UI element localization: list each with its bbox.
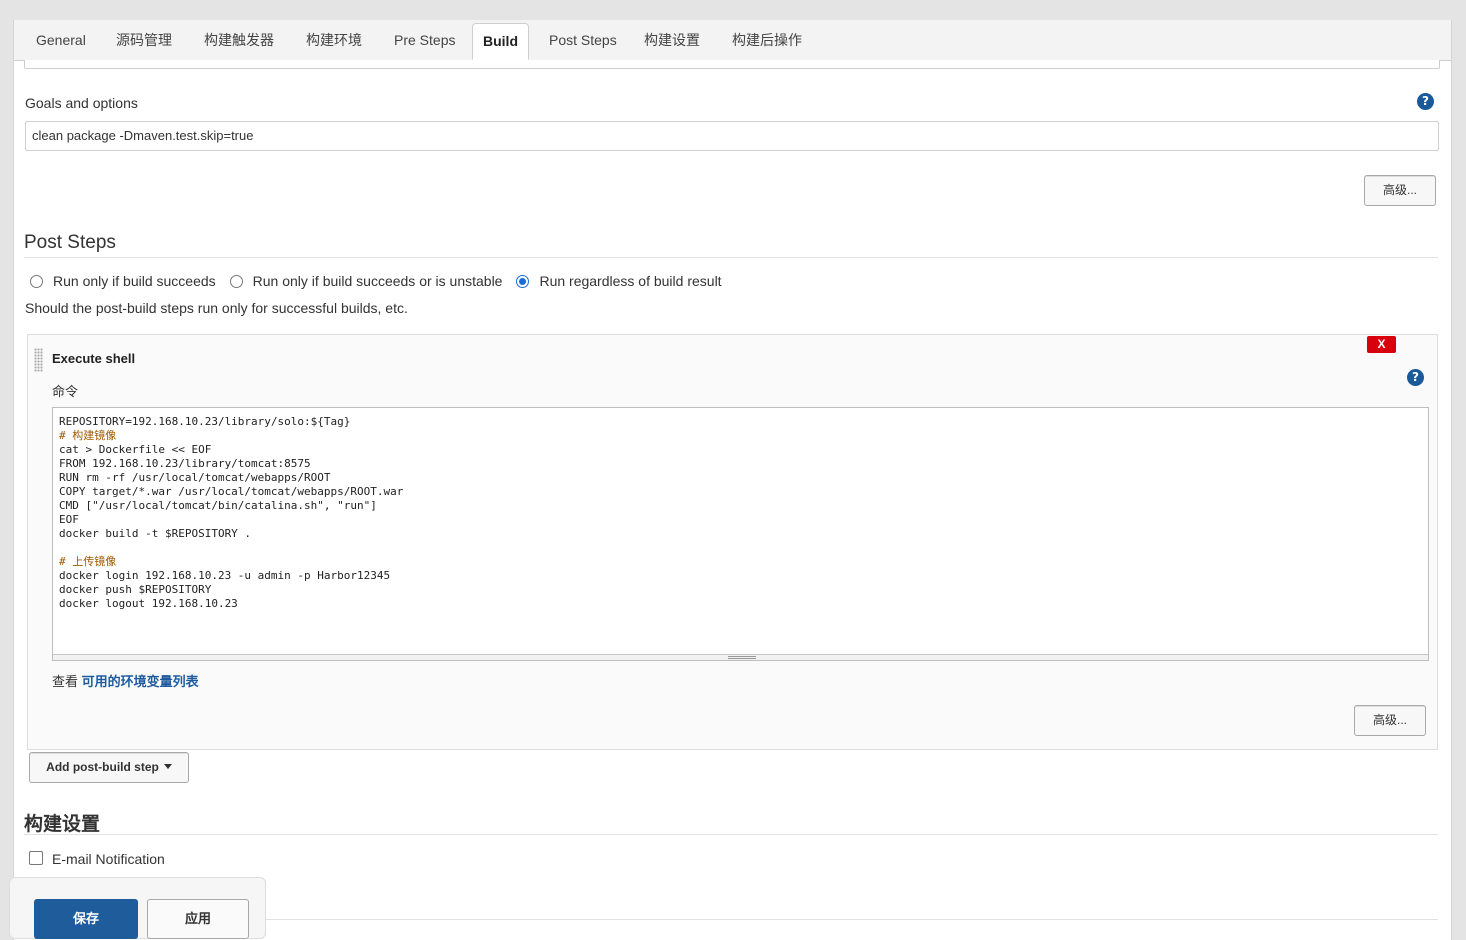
env-vars-line: 查看 可用的环境变量列表	[52, 671, 199, 690]
tab-source-management[interactable]: 源码管理	[116, 23, 172, 57]
radio-run-if-succeeds-or-unstable[interactable]	[229, 274, 243, 288]
command-label: 命令	[52, 384, 79, 399]
step-title: Execute shell	[52, 351, 136, 366]
command-code: REPOSITORY=192.168.10.23/library/solo:${…	[59, 415, 403, 611]
tab-post-steps[interactable]: Post Steps	[549, 23, 617, 57]
code-line: CMD ["/usr/local/tomcat/bin/catalina.sh"…	[59, 499, 377, 512]
tab-build-settings[interactable]: 构建设置	[644, 23, 700, 57]
caret-down-icon	[163, 764, 172, 769]
code-line: COPY target/*.war /usr/local/tomcat/weba…	[59, 485, 404, 498]
advanced-button[interactable]: 高级...	[1364, 175, 1436, 206]
post-steps-description: Should the post-build steps run only for…	[25, 300, 408, 316]
code-line: docker push $REPOSITORY	[59, 583, 212, 596]
config-page: General 源码管理 构建触发器 构建环境 Pre Steps Build …	[13, 20, 1452, 940]
code-line: # 构建镜像	[59, 429, 117, 442]
code-line: # 上传镜像	[59, 555, 117, 568]
help-icon[interactable]: ?	[1407, 369, 1424, 386]
step-advanced-button[interactable]: 高级...	[1354, 705, 1426, 736]
email-notification-label: E-mail Notification	[52, 851, 165, 867]
radio-label: Run only if build succeeds	[53, 273, 216, 289]
apply-button[interactable]: 应用	[147, 899, 249, 939]
email-notification-checkbox[interactable]	[29, 851, 43, 865]
env-vars-prefix: 查看	[52, 674, 79, 689]
post-steps-radio-group: Run only if build succeeds Run only if b…	[30, 273, 736, 289]
code-line: cat > Dockerfile << EOF	[59, 443, 212, 456]
previous-field-edge	[24, 60, 1440, 69]
code-line: RUN rm -rf /usr/local/tomcat/webapps/ROO…	[59, 471, 331, 484]
code-line: EOF	[59, 513, 79, 526]
tab-build[interactable]: Build	[472, 23, 529, 60]
help-icon[interactable]: ?	[1417, 93, 1434, 110]
env-vars-link[interactable]: 可用的环境变量列表	[82, 674, 199, 689]
save-button[interactable]: 保存	[34, 899, 138, 939]
tab-bar: General 源码管理 构建触发器 构建环境 Pre Steps Build …	[14, 20, 1451, 61]
section-divider	[24, 834, 1438, 835]
tab-build-environment[interactable]: 构建环境	[306, 23, 362, 57]
resize-grip-icon	[728, 656, 756, 659]
radio-label: Run only if build succeeds or is unstabl…	[252, 273, 503, 289]
add-post-build-step-label: Add post-build step	[46, 760, 159, 774]
radio-label: Run regardless of build result	[539, 273, 722, 289]
drag-handle-icon[interactable]	[34, 348, 43, 372]
code-line: docker login 192.168.10.23 -u admin -p H…	[59, 569, 391, 582]
code-line: FROM 192.168.10.23/library/tomcat:8575	[59, 457, 311, 470]
build-settings-title: 构建设置	[24, 814, 101, 835]
save-bar: 保存 应用	[9, 877, 266, 939]
goals-input[interactable]: clean package -Dmaven.test.skip=true	[25, 121, 1439, 151]
post-steps-title: Post Steps	[24, 232, 116, 253]
code-line: REPOSITORY=192.168.10.23/library/solo:${…	[59, 415, 351, 428]
close-icon[interactable]: X	[1367, 336, 1396, 353]
tab-build-triggers[interactable]: 构建触发器	[204, 23, 274, 57]
execute-shell-step: Execute shell X ? 命令 REPOSITORY=192.168.…	[27, 334, 1438, 750]
tab-pre-steps[interactable]: Pre Steps	[394, 23, 455, 57]
tab-post-build-actions[interactable]: 构建后操作	[732, 23, 802, 57]
textarea-resize-handle[interactable]	[53, 654, 1428, 660]
code-line: docker logout 192.168.10.23	[59, 597, 238, 610]
radio-run-if-succeeds[interactable]	[30, 274, 43, 288]
add-post-build-step-button[interactable]: Add post-build step	[29, 752, 189, 783]
goals-label: Goals and options	[25, 95, 138, 111]
command-textarea[interactable]: REPOSITORY=192.168.10.23/library/solo:${…	[52, 407, 1429, 661]
radio-run-regardless[interactable]	[516, 274, 530, 288]
code-line: docker build -t $REPOSITORY .	[59, 527, 252, 540]
section-divider	[24, 257, 1438, 258]
tab-general[interactable]: General	[36, 23, 86, 57]
